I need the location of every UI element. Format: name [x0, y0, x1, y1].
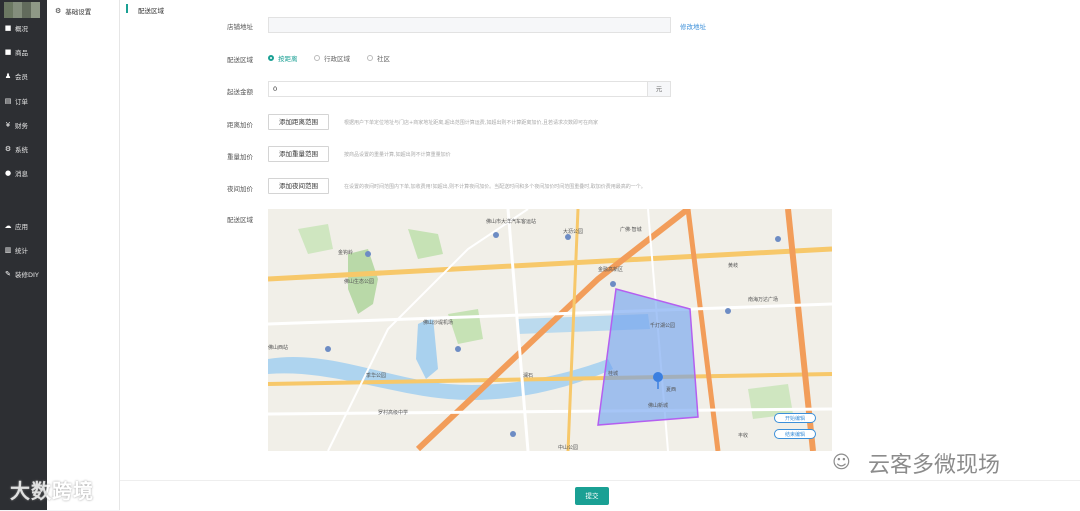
sidebar-item-members[interactable]: ♟ 会员 [0, 69, 47, 83]
chart-icon: ▥ [4, 246, 12, 254]
svg-text:罗村高级中学: 罗村高级中学 [378, 409, 408, 416]
apps-icon: ☁ [4, 222, 12, 230]
svg-text:金融高新区: 金融高新区 [598, 266, 623, 273]
radio-label: 社区 [377, 55, 390, 63]
gear-icon: ⚙ [55, 7, 62, 15]
subnav: ⚙ 基础设置 [47, 0, 120, 510]
submit-button[interactable]: 提交 [575, 487, 609, 505]
radio-dot [268, 55, 274, 61]
svg-text:澜石: 澜石 [523, 372, 533, 379]
sidebar-item-products[interactable]: ■ 商品 [0, 45, 47, 59]
distance-pricing-label: 距离加价 [227, 121, 253, 129]
sidebar-item-label: 财务 [15, 122, 28, 130]
sidebar: ■ 概况 ■ 商品 ♟ 会员 ▤ 订单 ¥ 财务 ⚙ 系统 ● 消息 ☁ 应用 ▥ 统计 ✎ 装修D… [0, 0, 47, 510]
svg-text:夏西: 夏西 [666, 387, 676, 393]
svg-text:佛山生态公园: 佛山生态公园 [344, 278, 374, 285]
users-icon: ♟ [4, 72, 12, 80]
gear-icon: ⚙ [4, 145, 12, 153]
svg-text:南海万达广场: 南海万达广场 [748, 296, 778, 303]
min-amount-label: 起送金额 [227, 88, 253, 96]
area-label: 配送区域 [227, 56, 253, 64]
svg-text:桂城: 桂城 [608, 370, 618, 377]
map-canvas[interactable]: 佛山市大洋汽车客运站 大沥公园 金钩岭 佛山生态公园 黄岐 广佛·智城 佛山西站… [268, 209, 832, 451]
radio-dot [314, 55, 320, 61]
wechat-icon: ☺ [832, 452, 851, 473]
min-amount-input[interactable]: 0 [268, 81, 648, 97]
store-address-field[interactable] [268, 17, 671, 33]
end-edit-button[interactable]: 结束编辑 [774, 429, 816, 439]
subnav-item-label: 基础设置 [65, 8, 92, 16]
distance-hint: 根据用户下单定位地址与门店+商家地址距离,超出范围计算运费,如超出则不计算距离加… [344, 120, 598, 126]
store-address-label: 店铺地址 [227, 23, 253, 31]
svg-text:佛山西站: 佛山西站 [268, 344, 288, 351]
yen-icon: ¥ [5, 121, 11, 129]
radio-community[interactable]: 社区 [367, 53, 390, 63]
chat-icon: ● [4, 169, 12, 177]
page-title: 配送区域 [138, 7, 164, 15]
svg-text:金钩岭: 金钩岭 [338, 249, 353, 256]
weight-hint: 按商品设置的重量计算,如超出则不计算重量加价 [344, 152, 451, 158]
add-night-range-button[interactable]: 添加夜间范围 [268, 178, 329, 194]
svg-text:丰收: 丰收 [738, 432, 748, 439]
sidebar-item-apps[interactable]: ☁ 应用 [0, 219, 47, 233]
svg-text:佛山新城: 佛山新城 [648, 402, 668, 409]
sidebar-item-label: 会员 [15, 73, 28, 81]
sidebar-item-system[interactable]: ⚙ 系统 [0, 142, 47, 156]
sidebar-item-finance[interactable]: ¥ 财务 [0, 118, 47, 132]
add-weight-range-button[interactable]: 添加重量范围 [268, 146, 329, 162]
sidebar-item-label: 应用 [15, 223, 28, 231]
sidebar-item-diy[interactable]: ✎ 装修DIY [0, 267, 47, 281]
sidebar-item-label: 系统 [15, 146, 28, 154]
footer-bar: 提交 [120, 480, 1080, 511]
night-hint: 在设置的夜间时间范围内下单,加收费用!如超出,则不计算夜间加价。当配送时间和多个… [344, 184, 646, 190]
svg-text:佛山市大洋汽车客运站: 佛山市大洋汽车客运站 [486, 218, 536, 225]
square-icon: ■ [4, 24, 12, 32]
radio-by-distance[interactable]: 按距离 [268, 53, 298, 63]
svg-text:佛山沙堤机场: 佛山沙堤机场 [423, 319, 453, 326]
sidebar-item-label: 概况 [15, 25, 28, 33]
sidebar-item-label: 订单 [15, 98, 28, 106]
watermark-right: ☺ 云客多微现场 [832, 447, 1000, 479]
svg-text:千灯湖公园: 千灯湖公园 [650, 322, 675, 329]
sidebar-item-label: 装修DIY [15, 271, 39, 279]
weight-pricing-label: 重量加价 [227, 153, 253, 161]
svg-text:中山公园: 中山公园 [558, 444, 578, 451]
sidebar-item-label: 统计 [15, 247, 28, 255]
sidebar-item-label: 消息 [15, 170, 28, 178]
subnav-item-basic-settings[interactable]: ⚙ 基础设置 [55, 6, 91, 16]
main-content: 配送区域 店铺地址 修改地址 配送区域 按距离 行政区域 社区 起送金额 0 元… [120, 0, 1080, 510]
svg-text:广佛·智城: 广佛·智城 [620, 226, 642, 233]
radio-administrative[interactable]: 行政区域 [314, 53, 350, 63]
night-pricing-label: 夜间加价 [227, 185, 253, 193]
watermark-left: 大数跨境 [10, 479, 94, 503]
sidebar-item-orders[interactable]: ▤ 订单 [0, 94, 47, 108]
add-distance-range-button[interactable]: 添加距离范围 [268, 114, 329, 130]
logo [4, 2, 40, 18]
svg-text:大沥公园: 大沥公园 [563, 228, 583, 235]
sidebar-item-label: 商品 [15, 49, 28, 57]
min-amount-unit: 元 [648, 81, 671, 97]
start-edit-button[interactable]: 开始编辑 [774, 413, 816, 423]
sidebar-item-overview[interactable]: ■ 概况 [0, 21, 47, 35]
delivery-map[interactable]: 佛山市大洋汽车客运站 大沥公园 金钩岭 佛山生态公园 黄岐 广佛·智城 佛山西站… [268, 209, 832, 451]
radio-label: 按距离 [278, 55, 298, 63]
cart-icon: ▤ [4, 97, 12, 105]
watermark-right-text: 云客多微现场 [868, 453, 1001, 478]
svg-text:黄岐: 黄岐 [728, 262, 738, 269]
sidebar-item-stats[interactable]: ▥ 统计 [0, 243, 47, 257]
sidebar-item-messages[interactable]: ● 消息 [0, 166, 47, 180]
modify-address-link[interactable]: 修改地址 [680, 21, 706, 31]
radio-dot [367, 55, 373, 61]
title-accent-bar [126, 4, 128, 13]
brush-icon: ✎ [5, 270, 11, 278]
map-area-label: 配送区域 [227, 216, 253, 224]
radio-label: 行政区域 [324, 55, 350, 63]
svg-text:季华公园: 季华公园 [366, 372, 386, 379]
square-icon: ■ [4, 48, 12, 56]
